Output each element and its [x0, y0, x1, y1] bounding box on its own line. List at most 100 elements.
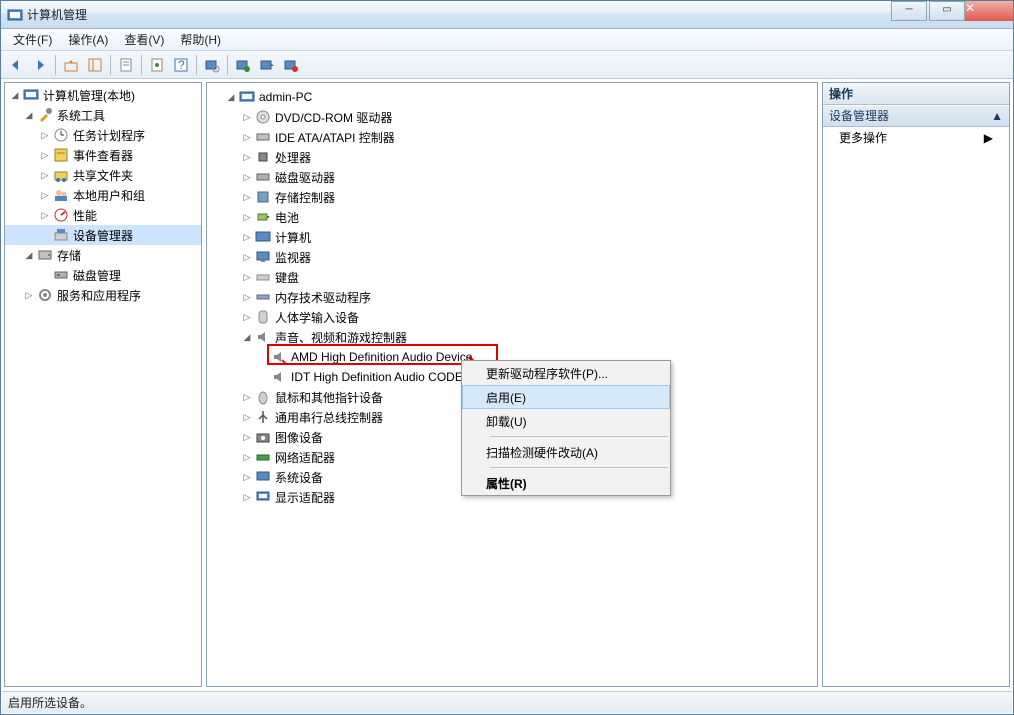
cpu-icon — [255, 149, 271, 165]
label: 键盘 — [275, 269, 299, 286]
tree-system-tools[interactable]: ◢系统工具 — [5, 105, 201, 125]
statusbar: 启用所选设备。 — [2, 691, 1012, 713]
tree-shared-folders[interactable]: ▷共享文件夹 — [5, 165, 201, 185]
label: 共享文件夹 — [73, 167, 133, 184]
device-disk-drives[interactable]: ▷磁盘驱动器 — [207, 167, 817, 187]
usb-icon — [255, 409, 271, 425]
tree-services-apps[interactable]: ▷服务和应用程序 — [5, 285, 201, 305]
label: 设备管理器 — [829, 105, 889, 127]
label: 更多操作 — [839, 127, 887, 149]
computer-icon — [23, 87, 39, 103]
keyboard-icon — [255, 269, 271, 285]
left-tree-pane[interactable]: ◢计算机管理(本地) ◢系统工具 ▷任务计划程序 ▷事件查看器 ▷共享文件夹 ▷… — [4, 82, 202, 687]
tree-event-viewer[interactable]: ▷事件查看器 — [5, 145, 201, 165]
storage-icon — [37, 247, 53, 263]
tools-icon — [37, 107, 53, 123]
device-cpu[interactable]: ▷处理器 — [207, 147, 817, 167]
submenu-icon: ▶ — [984, 127, 993, 149]
label: 计算机 — [275, 229, 311, 246]
maximize-button[interactable]: ▭ — [929, 1, 965, 21]
ctx-scan[interactable]: 扫描检测硬件改动(A) — [462, 440, 670, 464]
tree-task-scheduler[interactable]: ▷任务计划程序 — [5, 125, 201, 145]
menu-help[interactable]: 帮助(H) — [172, 29, 229, 50]
computer-icon — [239, 89, 255, 105]
forward-button[interactable] — [29, 54, 51, 76]
hid-icon — [255, 309, 271, 325]
label: 扫描检测硬件改动(A) — [486, 444, 598, 461]
tree-storage[interactable]: ◢存储 — [5, 245, 201, 265]
back-button[interactable] — [5, 54, 27, 76]
label: 系统工具 — [57, 107, 105, 124]
update-driver-button[interactable] — [256, 54, 278, 76]
menu-file[interactable]: 文件(F) — [5, 29, 60, 50]
tree-disk-management[interactable]: ▷磁盘管理 — [5, 265, 201, 285]
ctx-enable[interactable]: 启用(E) — [462, 385, 670, 409]
scan-hardware-button[interactable] — [201, 54, 223, 76]
window-title: 计算机管理 — [27, 6, 1009, 23]
ctx-properties[interactable]: 属性(R) — [462, 471, 670, 495]
toolbar: ? — [1, 51, 1013, 79]
menu-action[interactable]: 操作(A) — [60, 29, 116, 50]
tree-root-computer-management[interactable]: ◢计算机管理(本地) — [5, 85, 201, 105]
device-dvd[interactable]: ▷DVD/CD-ROM 驱动器 — [207, 107, 817, 127]
tree-performance[interactable]: ▷性能 — [5, 205, 201, 225]
device-hid[interactable]: ▷人体学输入设备 — [207, 307, 817, 327]
label: 本地用户和组 — [73, 187, 145, 204]
label: 磁盘管理 — [73, 267, 121, 284]
device-root[interactable]: ◢admin-PC — [207, 87, 817, 107]
refresh-button[interactable] — [146, 54, 168, 76]
device-computer[interactable]: ▷计算机 — [207, 227, 817, 247]
label: admin-PC — [259, 90, 312, 104]
network-icon — [255, 449, 271, 465]
up-button[interactable] — [60, 54, 82, 76]
services-icon — [37, 287, 53, 303]
show-hide-tree-button[interactable] — [84, 54, 106, 76]
camera-icon — [255, 429, 271, 445]
label: 显示适配器 — [275, 489, 335, 506]
device-ide[interactable]: ▷IDE ATA/ATAPI 控制器 — [207, 127, 817, 147]
audio-device-icon — [271, 349, 287, 365]
label: IDE ATA/ATAPI 控制器 — [275, 129, 395, 146]
display-adapter-icon — [255, 489, 271, 505]
context-menu: 更新驱动程序软件(P)... 启用(E) 卸载(U) 扫描检测硬件改动(A) 属… — [461, 360, 671, 496]
label: AMD High Definition Audio Device — [291, 350, 472, 364]
device-tree-pane[interactable]: ◢admin-PC ▷DVD/CD-ROM 驱动器 ▷IDE ATA/ATAPI… — [206, 82, 818, 687]
uninstall-device-button[interactable] — [280, 54, 302, 76]
label: 设备管理器 — [73, 227, 133, 244]
users-icon — [53, 187, 69, 203]
ctx-separator — [490, 436, 668, 437]
minimize-button[interactable]: ─ — [891, 1, 927, 21]
tree-device-manager[interactable]: ▷设备管理器 — [5, 225, 201, 245]
device-keyboard[interactable]: ▷键盘 — [207, 267, 817, 287]
close-button[interactable]: ✕ — [965, 1, 1013, 21]
audio-device-icon — [271, 369, 287, 385]
properties-button[interactable] — [115, 54, 137, 76]
actions-header: 操作 — [823, 83, 1009, 105]
actions-more[interactable]: 更多操作 ▶ — [823, 127, 1009, 149]
label: 事件查看器 — [73, 147, 133, 164]
menu-view[interactable]: 查看(V) — [116, 29, 172, 50]
actions-device-manager[interactable]: 设备管理器 ▲ — [823, 105, 1009, 127]
system-device-icon — [255, 469, 271, 485]
ctx-separator — [490, 467, 668, 468]
label: 存储 — [57, 247, 81, 264]
label: 计算机管理(本地) — [43, 87, 135, 104]
help-button[interactable]: ? — [170, 54, 192, 76]
label: 性能 — [73, 207, 97, 224]
device-storage-ctrl[interactable]: ▷存储控制器 — [207, 187, 817, 207]
label: 卸载(U) — [486, 413, 527, 430]
device-sound[interactable]: ◢声音、视频和游戏控制器 — [207, 327, 817, 347]
enable-device-button[interactable] — [232, 54, 254, 76]
body-area: ◢计算机管理(本地) ◢系统工具 ▷任务计划程序 ▷事件查看器 ▷共享文件夹 ▷… — [2, 80, 1012, 689]
device-manager-icon — [53, 227, 69, 243]
ctx-update-driver[interactable]: 更新驱动程序软件(P)... — [462, 361, 670, 385]
label: 更新驱动程序软件(P)... — [486, 365, 608, 382]
device-monitors[interactable]: ▷监视器 — [207, 247, 817, 267]
device-memtech[interactable]: ▷内存技术驱动程序 — [207, 287, 817, 307]
tree-local-users[interactable]: ▷本地用户和组 — [5, 185, 201, 205]
label: 人体学输入设备 — [275, 309, 359, 326]
mouse-icon — [255, 389, 271, 405]
event-icon — [53, 147, 69, 163]
ctx-uninstall[interactable]: 卸载(U) — [462, 409, 670, 433]
device-battery[interactable]: ▷电池 — [207, 207, 817, 227]
